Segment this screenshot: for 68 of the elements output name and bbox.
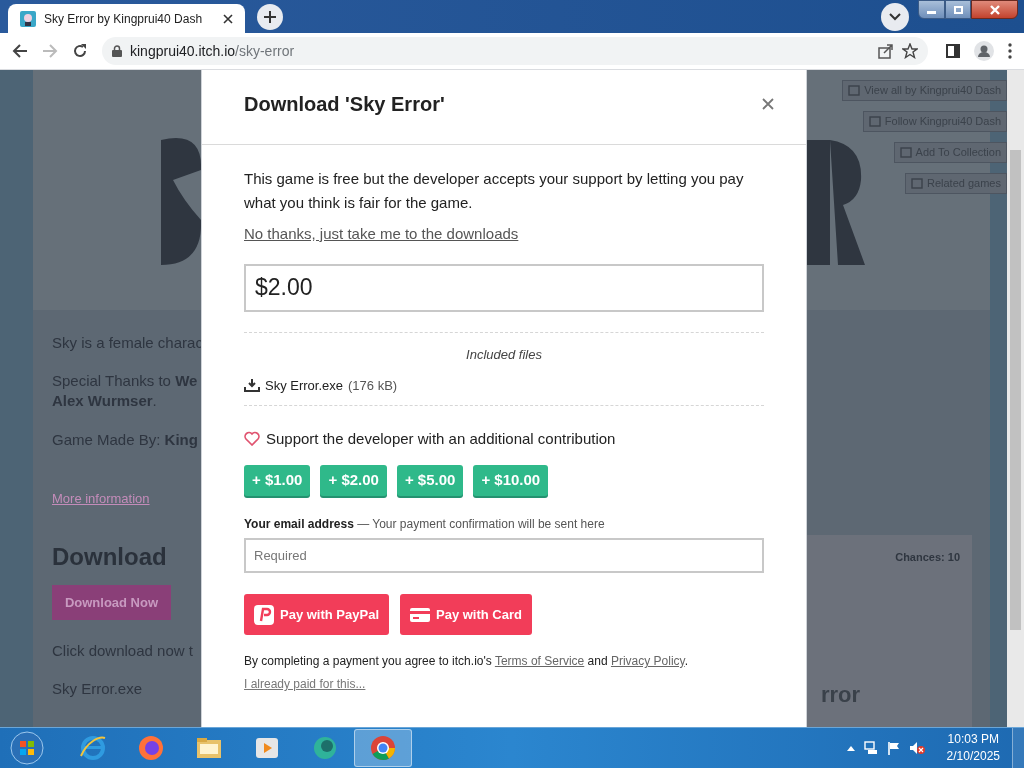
pay-button[interactable]: Pay with Card	[400, 594, 532, 635]
new-tab-button[interactable]	[257, 4, 283, 30]
paypal-icon	[254, 604, 274, 625]
download-icon	[244, 378, 260, 393]
share-icon[interactable]	[878, 43, 894, 59]
skip-link[interactable]: No thanks, just take me to the downloads	[244, 223, 519, 246]
url-text: kingprui40.itch.io/sky-error	[130, 41, 296, 61]
taskbar-button[interactable]	[354, 729, 412, 767]
speaker-muted-icon[interactable]	[908, 741, 925, 755]
firefox-icon	[137, 734, 165, 762]
terms-link[interactable]: Terms of Service	[494, 654, 585, 668]
price-input[interactable]: $2.00	[244, 263, 764, 312]
page-icon	[868, 116, 881, 127]
tab-title: Sky Error by Kingprui40 Dash	[44, 10, 204, 28]
lock-icon	[112, 45, 122, 57]
side-panel-icon[interactable]	[946, 44, 960, 58]
start-button[interactable]	[10, 731, 44, 765]
address-bar[interactable]: kingprui40.itch.io/sky-error	[102, 37, 928, 65]
close-window-button[interactable]	[971, 0, 1018, 19]
tab-search-button[interactable]	[881, 3, 909, 31]
reload-icon[interactable]	[72, 43, 88, 59]
email-hint: — Your payment confirmation will be sent here	[357, 517, 605, 531]
scrollbar[interactable]	[1007, 70, 1024, 727]
ie-icon	[79, 734, 107, 762]
chat-bubble-icon	[311, 734, 339, 762]
download-heading: Download	[52, 542, 168, 572]
tip-button[interactable]: + $2.00	[320, 465, 387, 496]
clock-date: 2/10/2025	[946, 748, 1000, 765]
dialog-title: Download 'Sky Error'	[244, 92, 445, 117]
more-info-link[interactable]: More information	[52, 489, 203, 509]
support-text: Support the developer with an additional contribution	[266, 428, 616, 449]
privacy-link[interactable]: Privacy Policy	[610, 654, 685, 668]
chances-text: Chances: 10	[895, 550, 960, 565]
already-paid-link[interactable]: I already paid for this...	[244, 675, 366, 693]
heart-icon	[244, 431, 260, 447]
network-icon[interactable]	[862, 741, 879, 755]
star-icon[interactable]	[902, 43, 918, 59]
restore-button[interactable]	[945, 0, 971, 19]
download-now-button[interactable]: Download Now	[52, 585, 171, 620]
menu-icon[interactable]	[1008, 43, 1012, 59]
close-icon[interactable]	[223, 13, 233, 24]
tip-button[interactable]: + $5.00	[396, 465, 464, 496]
profile-icon[interactable]	[974, 41, 994, 61]
email-input[interactable]: Required	[244, 538, 764, 573]
file-size: (176 kB)	[348, 377, 398, 395]
close-icon	[989, 4, 1000, 15]
page-icon	[899, 147, 912, 158]
credit-card-icon	[410, 607, 430, 622]
flag-icon[interactable]	[886, 741, 901, 755]
favicon-icon	[20, 10, 36, 27]
chrome-icon	[369, 734, 397, 762]
terms-text: By completing a payment you agree to itch.io's Terms of Service and Privacy Policy.	[244, 653, 690, 670]
email-label: Your email address	[244, 517, 354, 531]
plus-icon	[263, 10, 277, 24]
browser-tab[interactable]: Sky Error by Kingprui40 Dash	[8, 4, 245, 33]
page-icon	[911, 178, 923, 189]
page-icon	[848, 85, 861, 96]
tip-button[interactable]: + $10.00	[473, 465, 549, 496]
intro-text: This game is free but the developer accepts your support by letting you pay what you think is fair for the game.	[244, 169, 745, 213]
file-name: Sky Error.exe	[265, 377, 344, 395]
minimize-button[interactable]	[918, 0, 945, 19]
pay-button[interactable]: Pay with PayPal	[244, 594, 389, 635]
back-arrow-icon[interactable]	[12, 43, 28, 59]
chevron-down-icon	[889, 13, 901, 21]
tip-button[interactable]: + $1.00	[244, 465, 311, 496]
show-hidden-icons-icon[interactable]	[846, 745, 855, 751]
clock-time: 10:03 PM	[947, 731, 999, 748]
included-files-label: Included files	[465, 345, 543, 364]
